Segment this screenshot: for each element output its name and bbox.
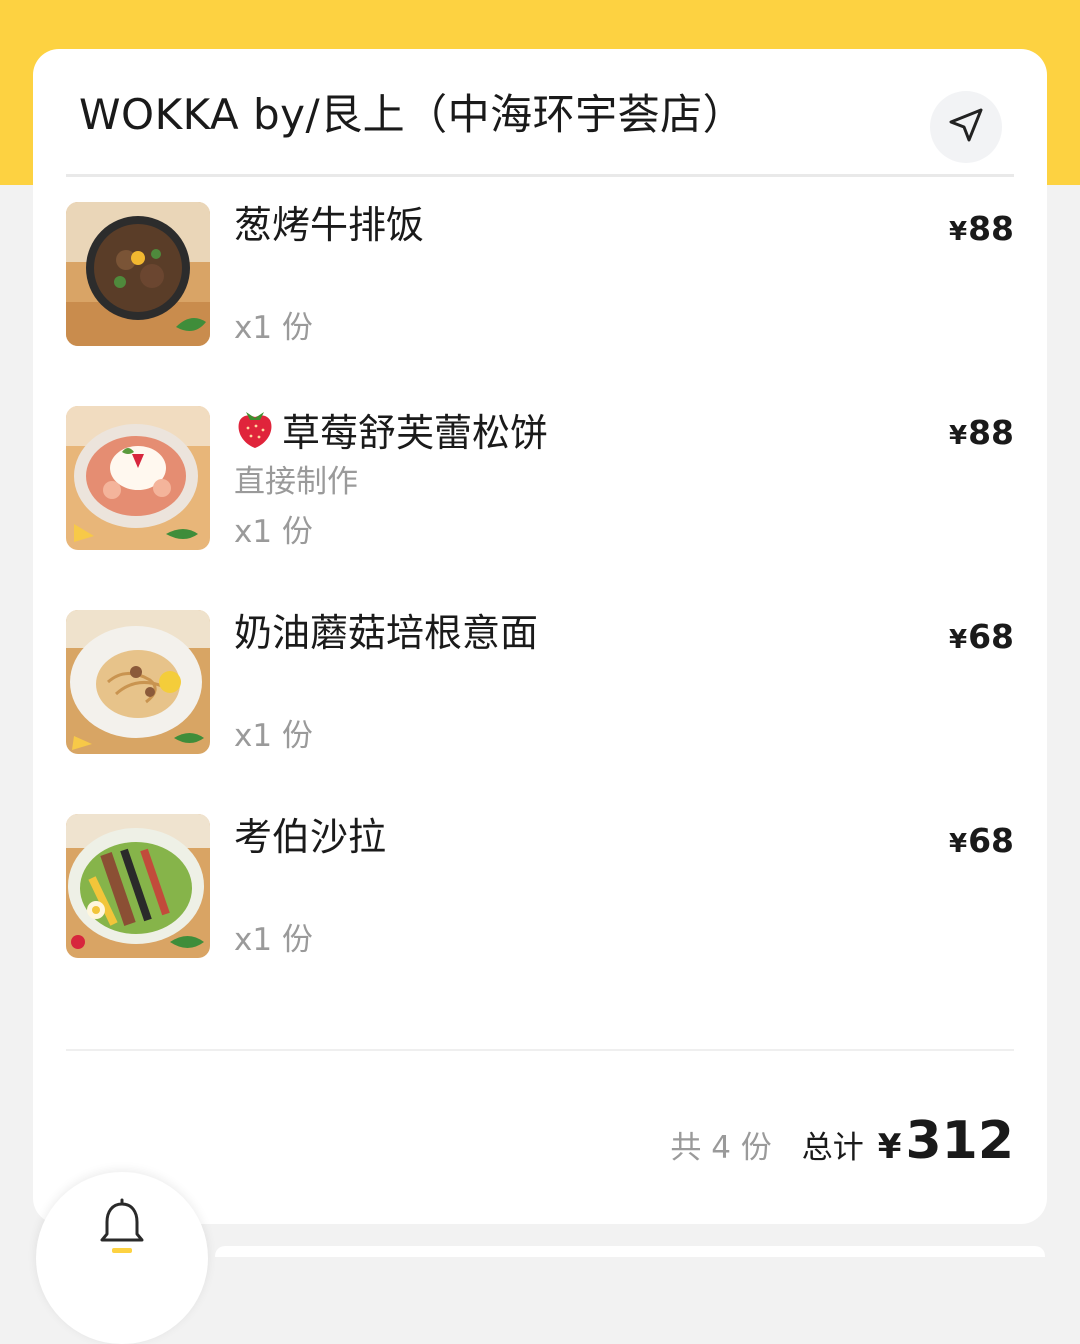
call-service-button[interactable] [36, 1172, 208, 1344]
total-count: 共 4 份 [670, 1130, 772, 1166]
bell-icon [94, 1198, 150, 1258]
item-price: ¥88 [949, 412, 1014, 457]
shop-name[interactable]: WOKKA by/艮上（中海环宇荟店） [79, 89, 745, 141]
order-item[interactable]: 考伯沙拉 x1 份 ¥68 [66, 814, 1014, 960]
item-name: 草莓舒芙蕾松饼 [234, 406, 548, 460]
currency-symbol: ¥ [948, 421, 968, 451]
item-quantity: x1 份 [234, 310, 313, 346]
bottom-panel-edge [215, 1246, 1045, 1257]
item-name: 考伯沙拉 [234, 815, 387, 859]
order-summary: 共 4 份 总计 ¥ 312 [670, 1111, 1014, 1171]
header-divider [66, 174, 1014, 177]
item-name: 葱烤牛排饭 [234, 203, 425, 247]
item-price: ¥68 [949, 616, 1014, 661]
total-label: 总计 [801, 1130, 864, 1166]
price-value: 88 [968, 413, 1014, 452]
navigation-arrow-icon [946, 105, 986, 149]
order-item[interactable]: 草莓舒芙蕾松饼 直接制作 x1 份 ¥88 [66, 406, 1014, 552]
item-quantity: x1 份 [234, 514, 313, 550]
item-price: ¥68 [949, 820, 1014, 865]
item-note: 直接制作 [234, 464, 358, 500]
total-price: 312 [905, 1111, 1014, 1171]
item-price: ¥88 [949, 208, 1014, 253]
item-image-cobb-salad [66, 814, 210, 958]
total-currency: ¥ [877, 1127, 902, 1167]
order-item[interactable]: 奶油蘑菇培根意面 x1 份 ¥68 [66, 610, 1014, 756]
order-item[interactable]: 葱烤牛排饭 x1 份 ¥88 [66, 202, 1014, 348]
price-value: 68 [968, 821, 1014, 860]
item-name: 奶油蘑菇培根意面 [234, 611, 539, 655]
item-image-strawberry-pancake [66, 406, 210, 550]
item-name-text: 草莓舒芙蕾松饼 [282, 411, 549, 455]
navigation-button[interactable] [930, 91, 1002, 163]
currency-symbol: ¥ [948, 829, 968, 859]
item-quantity: x1 份 [234, 718, 313, 754]
order-card: WOKKA by/艮上（中海环宇荟店） 葱烤牛排饭 x1 份 ¥88 草莓舒芙蕾… [33, 49, 1047, 1224]
strawberry-emoji-icon [234, 406, 276, 460]
price-value: 68 [968, 617, 1014, 656]
item-quantity: x1 份 [234, 922, 313, 958]
item-image-beef-rice [66, 202, 210, 346]
currency-symbol: ¥ [948, 625, 968, 655]
item-image-pasta [66, 610, 210, 754]
summary-divider [66, 1049, 1014, 1051]
price-value: 88 [968, 209, 1014, 248]
currency-symbol: ¥ [948, 217, 968, 247]
